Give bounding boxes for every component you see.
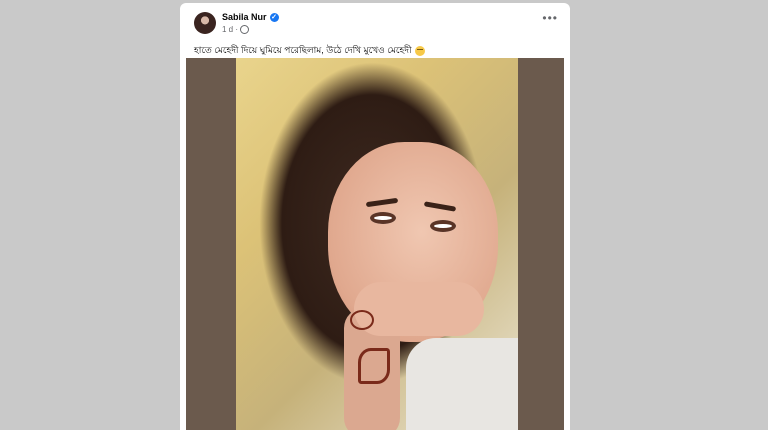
globe-icon xyxy=(240,25,250,35)
post-time[interactable]: 1 d xyxy=(222,25,233,34)
author-name[interactable]: Sabila Nur ✓ xyxy=(222,12,279,23)
post-caption: হাতে মেহেদী দিয়ে ঘুমিয়ে পরেছিলাম, উঠে … xyxy=(194,43,425,58)
photo-brow-left xyxy=(365,197,399,208)
more-options-button[interactable]: ••• xyxy=(542,11,558,25)
facebook-post: Sabila Nur ✓ 1 d · ••• হাতে মেহেদী দিয়ে … xyxy=(180,3,570,430)
post-photo-frame[interactable] xyxy=(186,58,564,430)
photo-hand xyxy=(354,282,484,336)
author-avatar[interactable] xyxy=(194,12,216,34)
photo-eye-left xyxy=(370,212,396,224)
post-header: Sabila Nur ✓ 1 d · ••• xyxy=(180,3,570,43)
caption-text: হাতে মেহেদী দিয়ে ঘুমিয়ে পরেছিলাম, উঠে … xyxy=(194,45,412,55)
photo-henna-pattern xyxy=(358,348,390,384)
smiling-face-emoji xyxy=(414,45,425,56)
photo-henna-pattern xyxy=(350,310,374,330)
photo-eye-right xyxy=(430,220,456,232)
photo-brow-right xyxy=(423,201,457,212)
post-photo[interactable] xyxy=(236,58,518,430)
author-name-text[interactable]: Sabila Nur xyxy=(222,12,267,22)
photo-shirt xyxy=(406,338,518,430)
post-meta: 1 d · xyxy=(222,25,250,35)
verified-badge-icon: ✓ xyxy=(269,13,279,23)
